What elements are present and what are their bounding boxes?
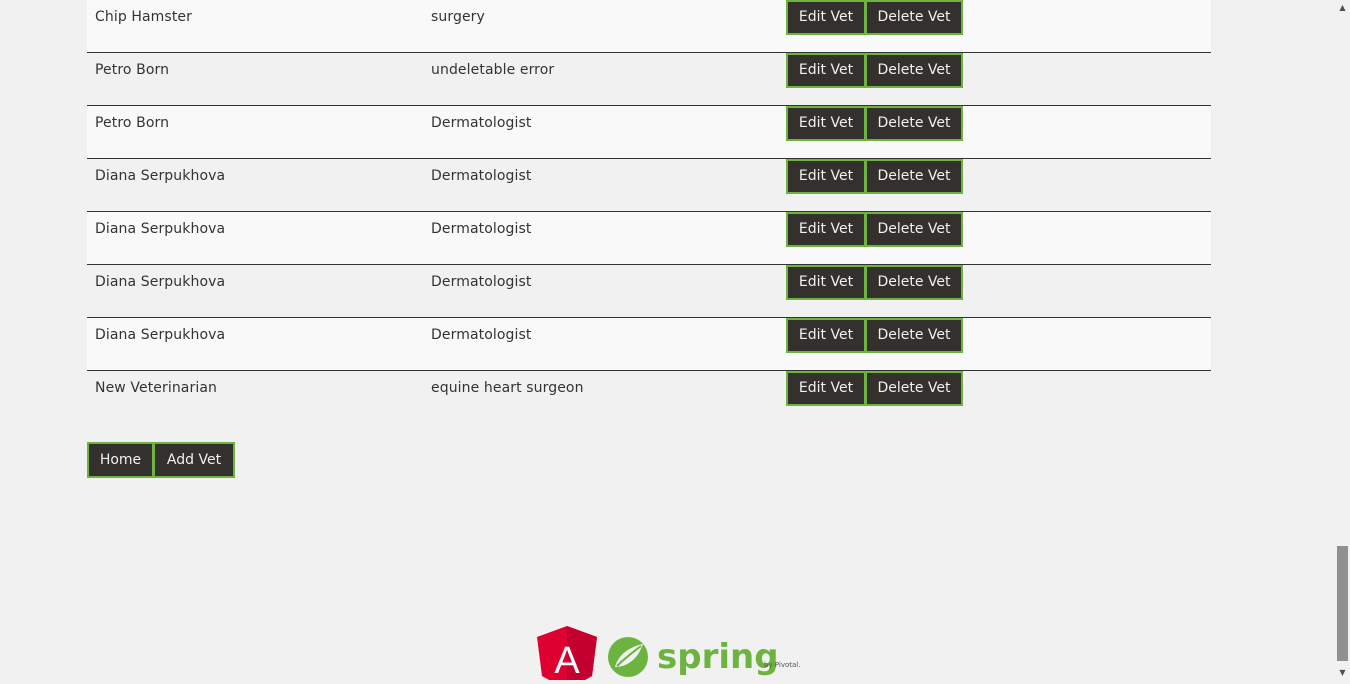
vet-name: Chip Hamster	[95, 9, 192, 25]
table-row: Diana Serpukhova Dermatologist Edit Vet D…	[87, 264, 1211, 318]
delete-vet-button[interactable]: Delete Vet	[865, 265, 963, 300]
edit-vet-button[interactable]: Edit Vet	[786, 159, 866, 194]
table-row: New Veterinarian equine heart surgeon Ed…	[87, 370, 1211, 423]
delete-vet-button[interactable]: Delete Vet	[865, 0, 963, 35]
footer-logos: A spring by Pivotal.	[537, 626, 817, 684]
delete-vet-button[interactable]: Delete Vet	[865, 53, 963, 88]
vet-specialty: Dermatologist	[431, 115, 532, 131]
vet-name: Petro Born	[95, 115, 170, 131]
delete-vet-button[interactable]: Delete Vet	[865, 212, 963, 247]
vets-table: Chip Hamster surgery Edit Vet Delete Vet …	[87, 0, 1211, 423]
edit-vet-button[interactable]: Edit Vet	[786, 0, 866, 35]
edit-vet-button[interactable]: Edit Vet	[786, 106, 866, 141]
scroll-up-arrow-icon[interactable]: ▲	[1335, 0, 1350, 15]
footer-logo-svg: A spring by Pivotal.	[537, 626, 800, 684]
spring-byline: by Pivotal.	[764, 661, 800, 669]
vet-specialty: equine heart surgeon	[431, 380, 584, 396]
delete-vet-button[interactable]: Delete Vet	[865, 371, 963, 406]
angular-logo-letter: A	[554, 640, 580, 680]
vet-name: Diana Serpukhova	[95, 327, 226, 343]
vet-name: Diana Serpukhova	[95, 168, 226, 184]
table-row: Diana Serpukhova Dermatologist Edit Vet D…	[87, 158, 1211, 212]
table-row: Diana Serpukhova Dermatologist Edit Vet D…	[87, 317, 1211, 371]
table-row: Petro Born Dermatologist Edit Vet Delete …	[87, 105, 1211, 159]
vet-name: New Veterinarian	[95, 380, 217, 396]
vet-name: Diana Serpukhova	[95, 274, 226, 290]
edit-vet-button[interactable]: Edit Vet	[786, 318, 866, 353]
spring-wordmark: spring	[657, 637, 779, 677]
scroll-down-arrow-icon[interactable]: ▼	[1335, 665, 1350, 680]
vet-specialty: Dermatologist	[431, 168, 532, 184]
delete-vet-button[interactable]: Delete Vet	[865, 159, 963, 194]
spring-leaf-icon	[608, 637, 648, 677]
vets-table-container: Chip Hamster surgery Edit Vet Delete Vet …	[87, 0, 1211, 423]
vet-specialty: undeletable error	[431, 62, 555, 78]
edit-vet-button[interactable]: Edit Vet	[786, 53, 866, 88]
vet-specialty: Dermatologist	[431, 327, 532, 343]
angular-logo: A	[537, 626, 597, 684]
home-button[interactable]: Home	[87, 442, 154, 478]
page-actions: Home Add Vet	[87, 442, 235, 478]
vet-name: Diana Serpukhova	[95, 221, 226, 237]
edit-vet-button[interactable]: Edit Vet	[786, 265, 866, 300]
vet-specialty: surgery	[431, 9, 485, 25]
vet-specialty: Dermatologist	[431, 274, 532, 290]
vet-name: Petro Born	[95, 62, 170, 78]
vet-specialty: Dermatologist	[431, 221, 532, 237]
edit-vet-button[interactable]: Edit Vet	[786, 212, 866, 247]
table-row: Chip Hamster surgery Edit Vet Delete Vet	[87, 0, 1211, 53]
table-row: Diana Serpukhova Dermatologist Edit Vet D…	[87, 211, 1211, 265]
edit-vet-button[interactable]: Edit Vet	[786, 371, 866, 406]
scrollbar-thumb[interactable]	[1337, 546, 1348, 661]
delete-vet-button[interactable]: Delete Vet	[865, 318, 963, 353]
vertical-scrollbar[interactable]: ▲ ▼	[1335, 0, 1350, 680]
table-row: Petro Born undeletable error Edit Vet Del…	[87, 52, 1211, 106]
delete-vet-button[interactable]: Delete Vet	[865, 106, 963, 141]
add-vet-button[interactable]: Add Vet	[153, 442, 235, 478]
